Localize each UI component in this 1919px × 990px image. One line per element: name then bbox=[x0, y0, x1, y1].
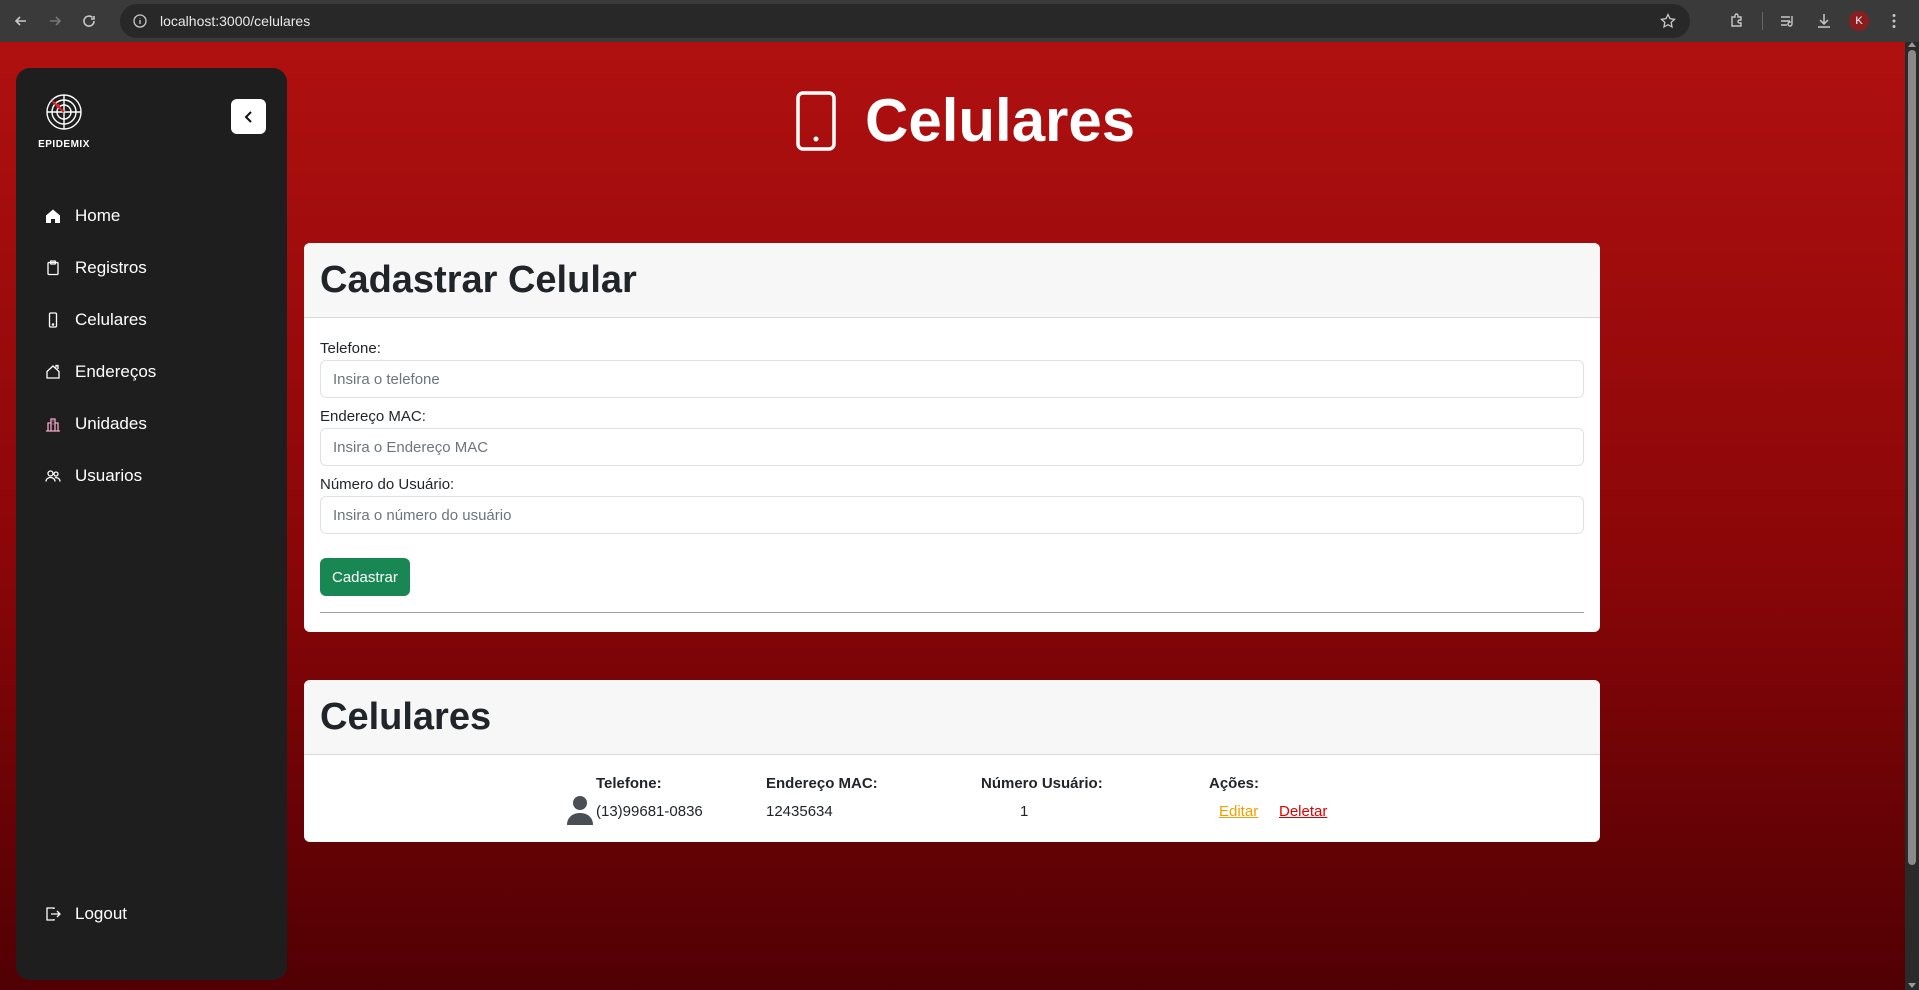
user-number-label: Número do Usuário: bbox=[320, 476, 455, 493]
media-controls-icon[interactable] bbox=[1777, 10, 1799, 32]
column-header-acoes: Ações: bbox=[1209, 775, 1260, 792]
clipboard-icon bbox=[47, 260, 59, 276]
sidebar-item-label: Celulares bbox=[75, 310, 147, 329]
logout-label: Logout bbox=[75, 904, 127, 923]
row-usuario: 1 bbox=[1020, 803, 1029, 820]
app-logo[interactable]: EPIDEMIX bbox=[36, 92, 92, 150]
site-info-icon[interactable] bbox=[132, 13, 148, 29]
delete-link[interactable]: Deletar bbox=[1279, 803, 1327, 820]
building-icon bbox=[46, 418, 60, 432]
sidebar-item-home[interactable]: Home bbox=[16, 190, 287, 242]
url-text[interactable]: localhost:3000/celulares bbox=[160, 13, 310, 29]
phones-list-card: Celulares Telefone: Endereço MAC: Número… bbox=[304, 680, 1600, 842]
page-header: Celulares bbox=[795, 86, 1135, 155]
page-scrollbar[interactable] bbox=[1905, 42, 1919, 990]
downloads-icon[interactable] bbox=[1813, 10, 1835, 32]
mac-input[interactable] bbox=[320, 428, 1584, 466]
reload-icon[interactable] bbox=[76, 8, 102, 34]
more-menu-icon[interactable] bbox=[1883, 10, 1905, 32]
sidebar-item-label: Endereços bbox=[75, 362, 157, 381]
sidebar-item-label: Registros bbox=[75, 258, 147, 277]
collapse-sidebar-button[interactable] bbox=[231, 99, 266, 134]
logo-text: EPIDEMIX bbox=[38, 139, 90, 150]
house-icon bbox=[46, 364, 60, 379]
scroll-down-icon[interactable] bbox=[1908, 983, 1916, 988]
sidebar-item-label: Unidades bbox=[75, 414, 147, 433]
phone-icon bbox=[48, 312, 58, 328]
phones-list-title: Celulares bbox=[320, 695, 492, 738]
telefone-label: Telefone: bbox=[320, 340, 381, 357]
sidebar-item-celulares[interactable]: Celulares bbox=[16, 294, 287, 346]
cadastrar-button[interactable]: Cadastrar bbox=[320, 558, 410, 596]
browser-toolbar: localhost:3000/celulares K bbox=[0, 0, 1919, 42]
form-divider bbox=[320, 612, 1584, 613]
sidebar-item-enderecos[interactable]: Endereços bbox=[16, 346, 287, 398]
logout-icon bbox=[46, 907, 61, 921]
toolbar-divider bbox=[1762, 12, 1763, 30]
home-icon bbox=[46, 209, 60, 223]
back-icon[interactable] bbox=[8, 8, 34, 34]
register-card-title: Cadastrar Celular bbox=[320, 258, 637, 301]
page-title: Celulares bbox=[865, 87, 1136, 154]
column-header-mac: Endereço MAC: bbox=[766, 775, 878, 792]
bookmark-star-icon[interactable] bbox=[1660, 13, 1676, 29]
people-icon bbox=[45, 470, 61, 482]
user-avatar-icon bbox=[567, 796, 593, 825]
profile-avatar[interactable]: K bbox=[1849, 11, 1869, 31]
sidebar-item-label: Home bbox=[75, 206, 121, 225]
address-bar[interactable]: localhost:3000/celulares bbox=[120, 4, 1690, 38]
sidebar-item-label: Usuarios bbox=[75, 466, 143, 485]
sidebar-menu: Home Registros Celulares Endereços Unida… bbox=[16, 190, 287, 502]
telefone-input[interactable] bbox=[320, 360, 1584, 398]
radar-logo-icon bbox=[46, 94, 82, 130]
row-mac: 12435634 bbox=[766, 803, 833, 820]
chevron-left-icon bbox=[244, 110, 252, 123]
sidebar-item-unidades[interactable]: Unidades bbox=[16, 398, 287, 450]
user-number-input[interactable] bbox=[320, 496, 1584, 534]
column-header-usuario: Número Usuário: bbox=[981, 775, 1103, 792]
register-form: Telefone: Endereço MAC: Número do Usuári… bbox=[304, 318, 1600, 613]
edit-link[interactable]: Editar bbox=[1219, 803, 1258, 820]
forward-icon[interactable] bbox=[42, 8, 68, 34]
column-header-telefone: Telefone: bbox=[596, 775, 662, 792]
logout-button[interactable]: Logout bbox=[16, 888, 287, 940]
sidebar-item-usuarios[interactable]: Usuarios bbox=[16, 450, 287, 502]
row-telefone: (13)99681-0836 bbox=[596, 803, 703, 820]
sidebar: EPIDEMIX Home Registros Celulares Endere… bbox=[16, 68, 287, 980]
scroll-up-icon[interactable] bbox=[1908, 42, 1916, 47]
phones-list-header: Celulares bbox=[304, 680, 1600, 755]
extensions-icon[interactable] bbox=[1726, 10, 1748, 32]
phone-icon bbox=[796, 90, 836, 151]
page-background: EPIDEMIX Home Registros Celulares Endere… bbox=[0, 42, 1905, 990]
sidebar-item-registros[interactable]: Registros bbox=[16, 242, 287, 294]
register-card-header: Cadastrar Celular bbox=[304, 243, 1600, 318]
scrollbar-thumb[interactable] bbox=[1908, 50, 1916, 865]
mac-label: Endereço MAC: bbox=[320, 408, 426, 425]
register-card: Cadastrar Celular Telefone: Endereço MAC… bbox=[304, 243, 1600, 632]
